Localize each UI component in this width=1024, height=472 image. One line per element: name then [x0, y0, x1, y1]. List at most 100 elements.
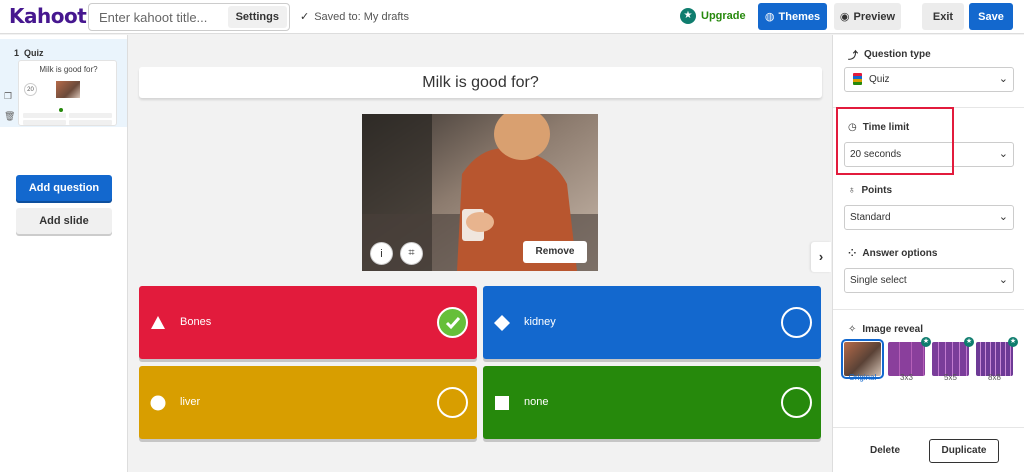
circle-icon [150, 395, 166, 411]
duplicate-button[interactable]: Duplicate [929, 439, 999, 463]
time-limit-dropdown[interactable]: 20 seconds ⌄ [844, 142, 1014, 167]
chevron-down-icon: ⌄ [998, 274, 1008, 286]
quiz-icon [853, 73, 862, 86]
premium-star-icon: ★ [921, 337, 931, 347]
thumbnail-answer [23, 120, 66, 125]
divider [833, 107, 1024, 108]
question-image[interactable]: i ⌗ Remove [362, 114, 598, 271]
settings-panel: ⤴ Question type Quiz ⌄ ◷ Time limit 20 s… [832, 35, 1024, 472]
reveal-option-5x5[interactable] [932, 342, 969, 376]
remove-image-button[interactable]: Remove [523, 241, 587, 263]
eye-icon: ◉ [839, 11, 850, 23]
answer-options-label: ⁘ Answer options [848, 248, 937, 259]
question-type-label: ⤴ Question type [848, 47, 931, 62]
time-limit-label: ◷ Time limit [848, 122, 909, 133]
reveal-option-3x3[interactable] [888, 342, 925, 376]
exit-button[interactable]: Exit [922, 3, 964, 30]
question-input[interactable]: Milk is good for? [139, 67, 822, 98]
thumbnail-correct-dot [59, 108, 63, 112]
question-type-value: Quiz [869, 74, 890, 85]
duplicate-icon[interactable]: ❐ [4, 91, 12, 102]
star-icon: ★ [680, 8, 696, 24]
save-button[interactable]: Save [969, 3, 1013, 30]
answer-option-1[interactable]: Bones [139, 286, 477, 359]
delete-button[interactable]: Delete [870, 445, 900, 456]
triangle-icon [151, 316, 165, 329]
answer-options-value: Single select [850, 275, 907, 286]
reveal-label: 8x8 [988, 373, 1001, 382]
reveal-label: Original [848, 373, 877, 382]
answer-text[interactable]: Bones [180, 316, 211, 328]
answer-text[interactable]: kidney [524, 316, 556, 328]
image-reveal-label-text: Image reveal [862, 324, 923, 335]
reveal-label: 5x5 [944, 373, 957, 382]
thumbnail-answer [69, 113, 112, 118]
mark-correct-circle[interactable] [437, 387, 468, 418]
add-question-button[interactable]: Add question [16, 175, 112, 201]
grid-dots-icon: ⁘ [848, 248, 857, 259]
kahoot-logo[interactable]: Kahoot! [9, 4, 95, 28]
answer-option-3[interactable]: liver [139, 366, 477, 439]
mark-correct-circle[interactable] [781, 307, 812, 338]
info-icon[interactable]: i [370, 242, 393, 265]
premium-star-icon: ★ [1008, 337, 1018, 347]
diamond-icon [494, 315, 510, 331]
reveal-option-original[interactable] [841, 339, 884, 379]
saved-status-text: Saved to: My drafts [314, 11, 409, 23]
square-icon [495, 396, 509, 410]
answer-options-label-text: Answer options [862, 248, 938, 259]
slides-panel: 1 Quiz ❐ 🗑 Milk is good for? 20 Add ques… [0, 35, 128, 472]
question-type-label-text: Question type [864, 49, 931, 60]
reveal-label: 3x3 [900, 373, 913, 382]
answer-option-4[interactable]: none [483, 366, 821, 439]
magic-wand-icon: ✧ [848, 324, 857, 335]
save-status: ✓ Saved to: My drafts [300, 10, 409, 23]
question-type-icon: ⤴ [848, 51, 858, 62]
upgrade-button[interactable]: ★ Upgrade [680, 8, 746, 24]
collapse-panel-chevron-right-icon[interactable]: › [811, 242, 831, 272]
divider [833, 309, 1024, 310]
thumbnail-question: Milk is good for? [39, 65, 98, 74]
answer-text[interactable]: none [524, 396, 548, 408]
settings-button[interactable]: Settings [227, 6, 287, 28]
check-icon: ✓ [300, 11, 310, 23]
preview-button[interactable]: ◉ Preview [834, 3, 901, 30]
slide-number: 1 [14, 48, 20, 58]
crop-icon[interactable]: ⌗ [400, 242, 423, 265]
correct-answer-check-icon[interactable] [437, 307, 468, 338]
preview-label: Preview [853, 10, 896, 23]
chevron-down-icon: ⌄ [998, 211, 1008, 223]
answer-text[interactable]: liver [180, 396, 200, 408]
question-type-dropdown[interactable]: Quiz ⌄ [844, 67, 1014, 92]
chevron-down-icon: ⌄ [998, 148, 1008, 160]
thumbnail-timer: 20 [24, 83, 37, 96]
themes-label: Themes [778, 10, 821, 23]
answer-option-2[interactable]: kidney [483, 286, 821, 359]
title-placeholder: Enter kahoot title... [99, 10, 208, 25]
top-bar: Kahoot! Enter kahoot title... Settings ✓… [0, 0, 1024, 34]
image-reveal-label: ✧ Image reveal [848, 324, 923, 335]
premium-star-icon: ★ [964, 337, 974, 347]
mark-correct-circle[interactable] [781, 387, 812, 418]
points-value: Standard [850, 212, 891, 223]
thumbnail-image [56, 81, 80, 98]
slide-thumbnail: Milk is good for? 20 [18, 60, 117, 126]
chevron-down-icon: ⌄ [998, 73, 1008, 85]
time-limit-value: 20 seconds [850, 149, 902, 160]
reveal-option-8x8[interactable] [976, 342, 1013, 376]
kahoot-title-input[interactable]: Enter kahoot title... Settings [88, 3, 290, 31]
time-limit-label-text: Time limit [862, 122, 910, 133]
points-label: ♁ Points [848, 185, 892, 196]
slide-item[interactable]: 1 Quiz ❐ 🗑 Milk is good for? 20 [0, 39, 127, 127]
themes-button[interactable]: ◍ Themes [758, 3, 827, 30]
answer-options-dropdown[interactable]: Single select ⌄ [844, 268, 1014, 293]
palette-icon: ◍ [764, 11, 775, 23]
divider [833, 427, 1024, 428]
add-slide-button[interactable]: Add slide [16, 208, 112, 234]
thumbnail-answer [23, 113, 66, 118]
points-dropdown[interactable]: Standard ⌄ [844, 205, 1014, 230]
medal-icon: ♁ [848, 185, 856, 196]
thumbnail-answer [69, 120, 112, 125]
trash-icon[interactable]: 🗑 [4, 111, 15, 122]
question-editor: Milk is good for? i ⌗ Remove Bones kidne… [129, 35, 831, 472]
